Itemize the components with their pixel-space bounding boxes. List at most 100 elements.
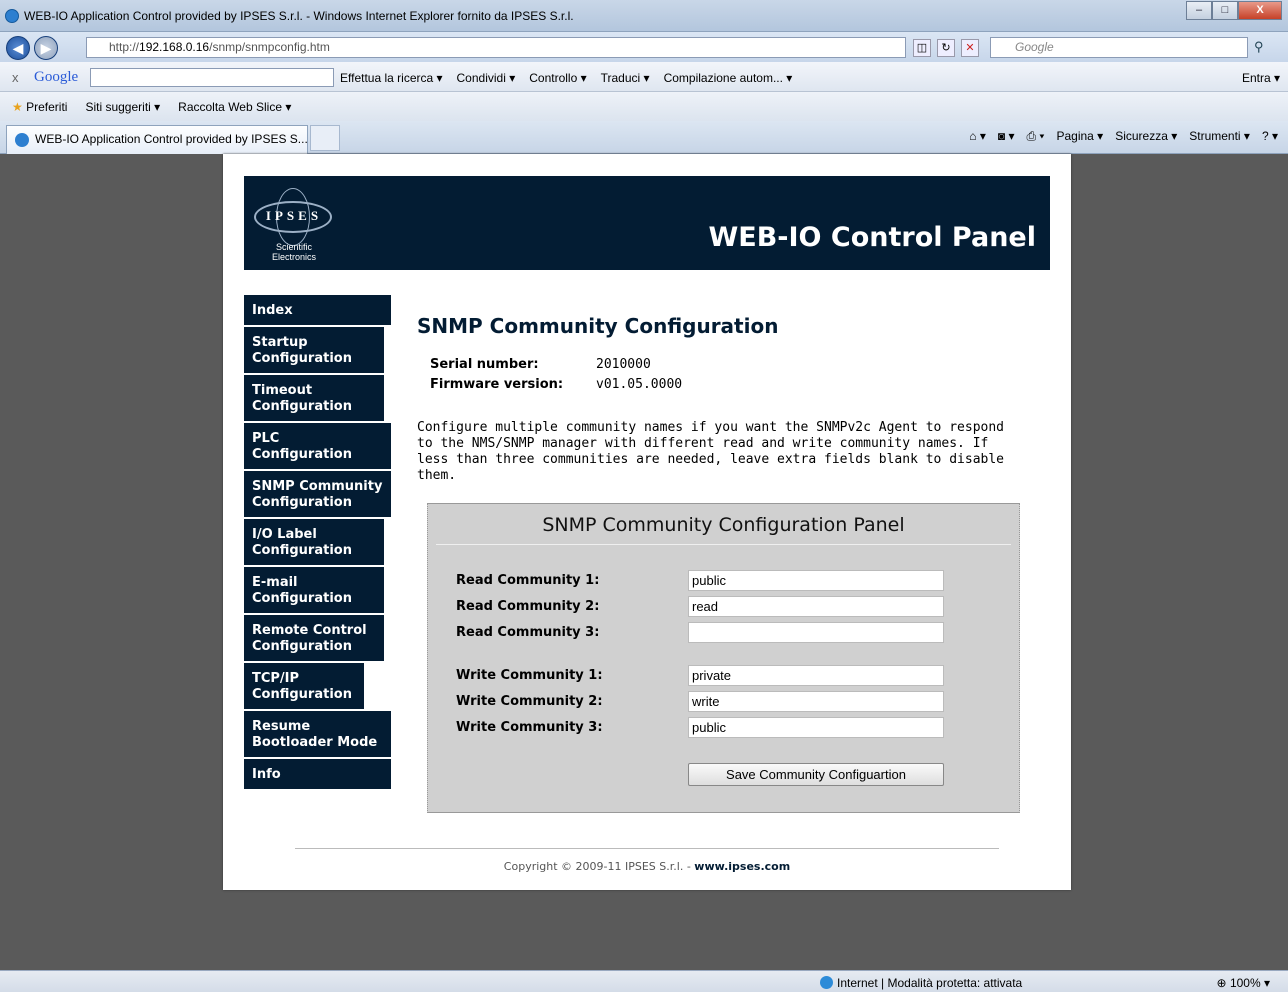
page-title: SNMP Community Configuration — [417, 314, 779, 338]
favorites-button[interactable]: ★ Preferiti — [12, 100, 67, 114]
copyright: Copyright © 2009-11 IPSES S.r.l. - www.i… — [223, 860, 1071, 873]
toolbar-check-button[interactable]: Controllo ▾ — [529, 71, 586, 85]
search-icon[interactable]: ⚲ — [1254, 39, 1264, 55]
menu-item-bootloader[interactable]: Resume Bootloader Mode — [244, 711, 391, 757]
menu-item-io-label[interactable]: I/O Label Configuration — [244, 519, 384, 565]
device-info: Serial number: 2010000 Firmware version: v… — [430, 354, 1017, 394]
search-input[interactable]: Google — [990, 37, 1248, 58]
write-community-3-label: Write Community 3: — [456, 720, 603, 735]
config-panel: SNMP Community Configuration Panel Read … — [427, 503, 1020, 813]
write-community-1-row: Write Community 1: private — [456, 665, 976, 687]
refresh-icon[interactable]: ↻ — [937, 39, 955, 57]
favorites-bar: ★ Preferiti Siti suggeriti ▾ Raccolta We… — [0, 92, 1288, 121]
write-community-2-label: Write Community 2: — [456, 694, 603, 709]
feeds-icon[interactable]: ◙ ▾ — [998, 129, 1015, 144]
save-community-button[interactable]: Save Community Configuartion — [688, 763, 944, 786]
window-titlebar: WEB-IO Application Control provided by I… — [0, 0, 1288, 32]
firmware-label: Firmware version: — [430, 376, 564, 392]
favorites-label: Preferiti — [26, 100, 68, 114]
read-community-3-label: Read Community 3: — [456, 625, 600, 640]
toolbar-close-icon[interactable]: x — [12, 70, 19, 85]
toolbar-translate-button[interactable]: Traduci ▾ — [601, 71, 650, 85]
menu-item-index[interactable]: Index — [244, 295, 391, 325]
panel-divider — [436, 544, 1011, 545]
ipses-link[interactable]: www.ipses.com — [694, 860, 790, 873]
page-menu[interactable]: Pagina ▾ — [1056, 129, 1103, 144]
back-icon[interactable]: ◀ — [6, 36, 30, 60]
copyright-text: Copyright © 2009-11 IPSES S.r.l. - — [503, 860, 695, 873]
logo-text: IPSES — [265, 208, 323, 223]
stop-icon[interactable]: ✕ — [961, 39, 979, 57]
tab-active[interactable]: WEB-IO Application Control provided by I… — [6, 125, 308, 154]
description-text: Configure multiple community names if yo… — [417, 420, 1004, 483]
star-icon: ★ — [12, 100, 23, 114]
read-community-2-row: Read Community 2: read — [456, 596, 976, 618]
address-bar: ◀ ▶ http://192.168.0.16/snmp/snmpconfig.… — [0, 32, 1288, 62]
print-icon[interactable]: ⎙ ▾ — [1026, 129, 1044, 144]
new-tab-button[interactable] — [310, 125, 340, 151]
tools-menu[interactable]: Strumenti ▾ — [1189, 129, 1250, 144]
google-search-input[interactable] — [90, 68, 334, 87]
url-prefix: http:// — [109, 40, 140, 54]
panel-title: SNMP Community Configuration Panel — [542, 514, 905, 536]
home-icon[interactable]: ⌂ ▾ — [969, 129, 986, 144]
security-zone[interactable]: Internet | Modalità protetta: attivata — [820, 976, 1022, 990]
tab-label: WEB-IO Application Control provided by I… — [35, 132, 308, 146]
write-community-3-row: Write Community 3: public — [456, 717, 976, 739]
menu-item-snmp[interactable]: SNMP Community Configuration — [244, 471, 391, 517]
google-logo: Google — [34, 69, 79, 85]
read-community-3-row: Read Community 3: — [456, 622, 976, 644]
status-bar: Internet | Modalità protetta: attivata ⊕… — [0, 970, 1288, 992]
toolbar-share-button[interactable]: Condividi ▾ — [457, 71, 516, 85]
suggested-sites-link[interactable]: Siti suggeriti ▾ — [85, 100, 160, 114]
firmware-value: v01.05.0000 — [596, 376, 683, 392]
write-community-2-input[interactable]: write — [688, 691, 944, 712]
menu-item-startup[interactable]: Startup Configuration — [244, 327, 384, 373]
main-content: SNMP Community Configuration Serial numb… — [417, 314, 1017, 484]
write-community-1-label: Write Community 1: — [456, 668, 603, 683]
zoom-level[interactable]: ⊕ 100% ▾ — [1217, 976, 1270, 990]
serial-value: 2010000 — [596, 356, 651, 372]
web-slice-link[interactable]: Raccolta Web Slice ▾ — [178, 100, 291, 114]
logo-subtitle: Scientific Electronics — [271, 242, 316, 262]
menu-item-info[interactable]: Info — [244, 759, 391, 789]
menu-item-remote-control[interactable]: Remote Control Configuration — [244, 615, 384, 661]
write-community-3-input[interactable]: public — [688, 717, 944, 738]
close-button[interactable]: X — [1238, 1, 1282, 20]
url-field[interactable]: http://192.168.0.16/snmp/snmpconfig.htm — [86, 37, 906, 58]
header-banner: IPSES Scientific Electronics WEB-IO Contr… — [244, 176, 1050, 270]
menu-item-plc[interactable]: PLC Configuration — [244, 423, 391, 469]
write-community-1-input[interactable]: private — [688, 665, 944, 686]
safety-menu[interactable]: Sicurezza ▾ — [1115, 129, 1177, 144]
banner-title: WEB-IO Control Panel — [708, 222, 1037, 253]
tab-bar: WEB-IO Application Control provided by I… — [0, 121, 1288, 154]
forward-icon[interactable]: ▶ — [34, 36, 58, 60]
zone-label: Internet | Modalità protetta: attivata — [837, 976, 1023, 990]
minimize-button[interactable]: – — [1186, 1, 1212, 20]
maximize-button[interactable]: □ — [1212, 1, 1238, 20]
read-community-2-label: Read Community 2: — [456, 599, 600, 614]
read-community-1-label: Read Community 1: — [456, 573, 600, 588]
ie-icon — [5, 9, 19, 23]
footer-divider — [295, 848, 999, 849]
menu-item-email[interactable]: E-mail Configuration — [244, 567, 384, 613]
toolbar-search-button[interactable]: Effettua la ricerca ▾ — [340, 71, 443, 85]
compat-view-icon[interactable]: ◫ — [913, 39, 931, 57]
url-host: 192.168.0.16 — [139, 40, 210, 54]
ie-icon — [15, 133, 29, 147]
signin-button[interactable]: Entra ▾ — [1242, 71, 1280, 85]
menu-item-tcpip[interactable]: TCP/IP Configuration — [244, 663, 364, 709]
globe-icon — [820, 976, 833, 989]
menu-item-timeout[interactable]: Timeout Configuration — [244, 375, 384, 421]
read-community-1-row: Read Community 1: public — [456, 570, 976, 592]
serial-label: Serial number: — [430, 356, 539, 372]
zoom-value: 100% — [1229, 976, 1261, 990]
read-community-3-input[interactable] — [688, 622, 944, 643]
web-page: IPSES Scientific Electronics WEB-IO Contr… — [223, 154, 1071, 890]
window-title: WEB-IO Application Control provided by I… — [24, 9, 574, 23]
url-path: /snmp/snmpconfig.htm — [209, 40, 330, 54]
help-icon[interactable]: ? ▾ — [1262, 129, 1278, 144]
read-community-2-input[interactable]: read — [688, 596, 944, 617]
read-community-1-input[interactable]: public — [688, 570, 944, 591]
toolbar-autofill-button[interactable]: Compilazione autom... ▾ — [664, 71, 793, 85]
